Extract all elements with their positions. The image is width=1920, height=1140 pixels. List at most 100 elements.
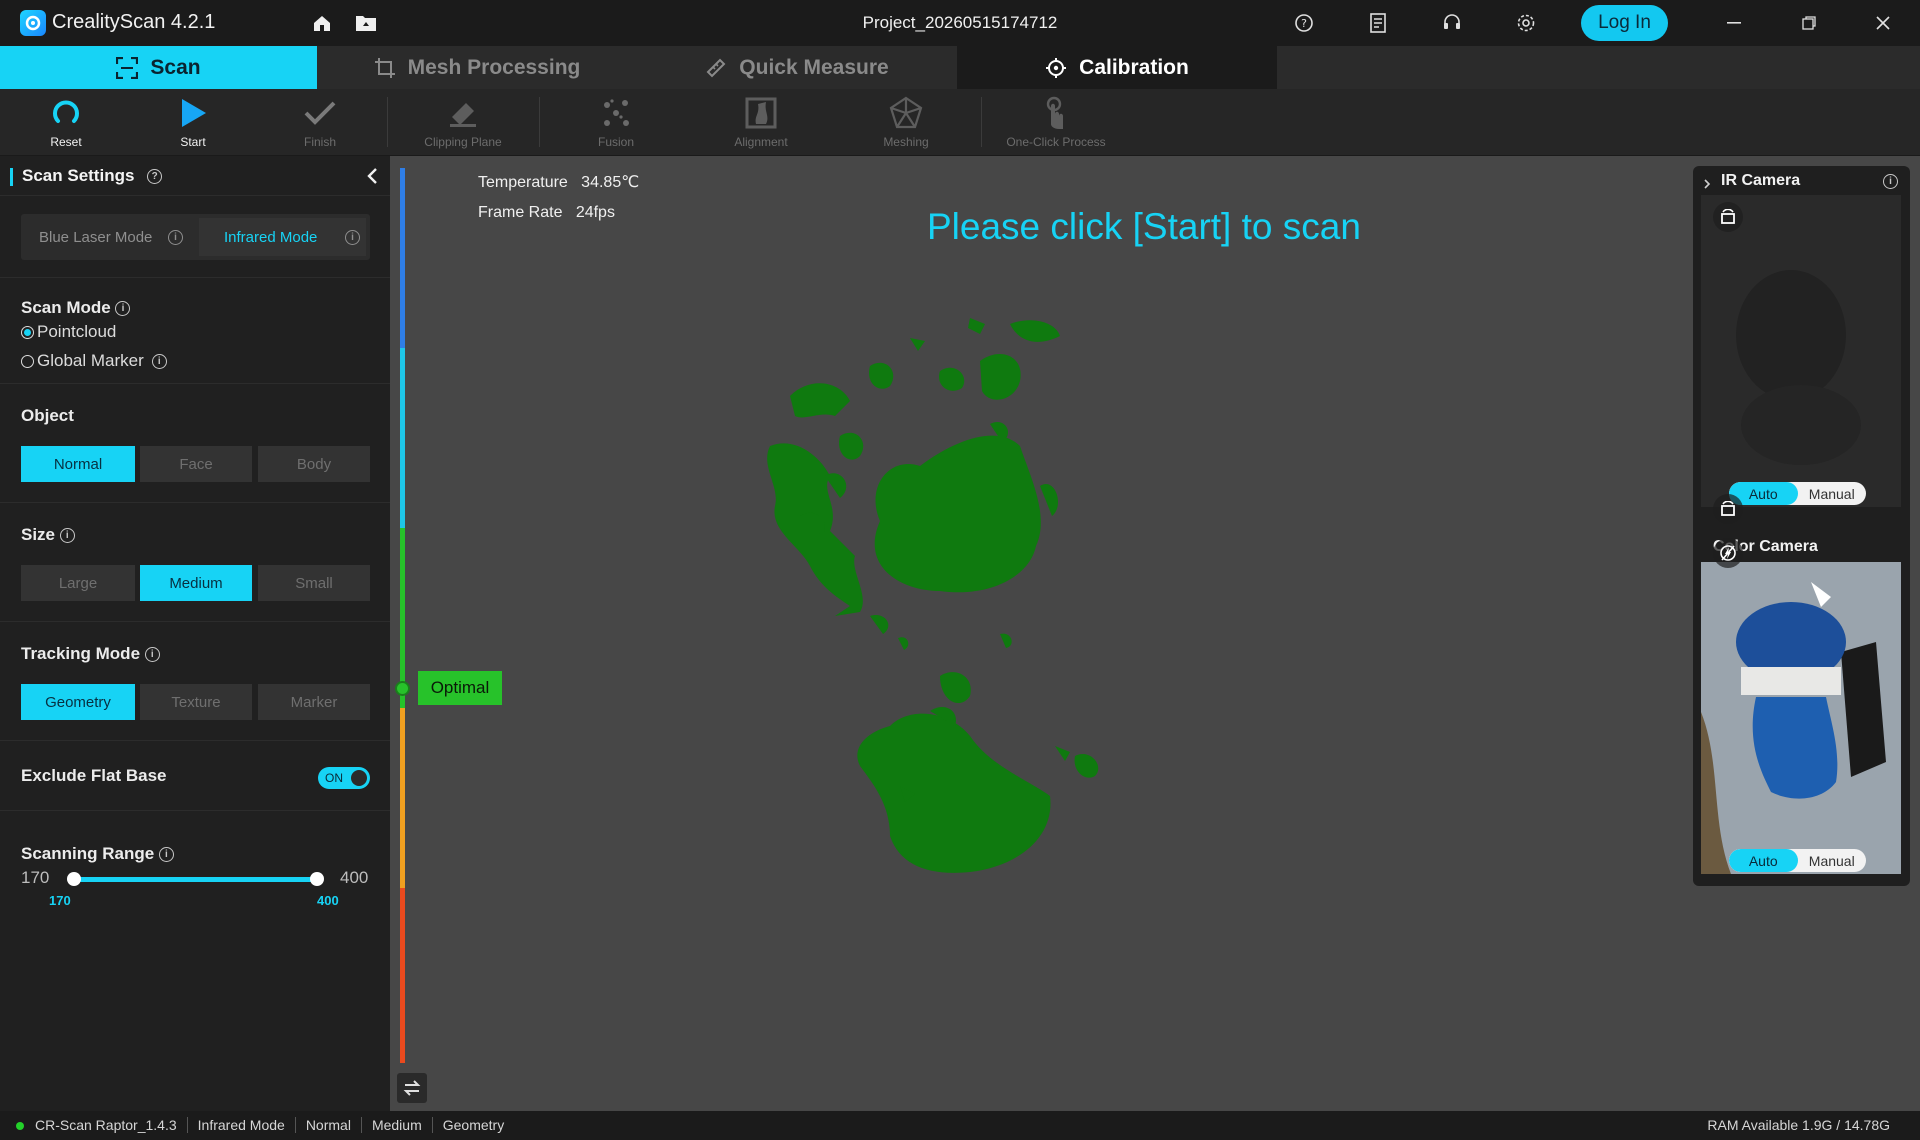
rotate-camera-icon[interactable] [1713,202,1743,232]
minimize-icon[interactable] [1720,10,1748,36]
radio-pointcloud[interactable]: Pointcloud [21,322,116,342]
app-logo-icon [20,10,46,36]
object-normal-button[interactable]: Normal [21,446,135,482]
restore-icon[interactable] [1795,10,1823,36]
scan-settings-title: Scan Settings [22,166,135,185]
support-headset-icon[interactable] [1440,11,1464,35]
color-auto-option[interactable]: Auto [1729,849,1798,872]
global-marker-label: Global Marker [37,351,144,370]
range-max-label: 400 [340,868,369,887]
size-medium-button[interactable]: Medium [140,565,252,601]
tab-quick-measure[interactable]: Quick Measure [637,46,957,89]
meshing-button[interactable]: Meshing [846,95,966,149]
reset-button[interactable]: Reset [6,95,126,149]
color-manual-option[interactable]: Manual [1798,849,1867,872]
toggle-state-label: ON [325,771,343,785]
exclude-flat-base-title: Exclude Flat Base [21,766,167,785]
distance-indicator-label: Optimal [418,671,502,705]
close-icon[interactable] [1869,10,1897,36]
svg-text:?: ? [1301,17,1307,30]
color-exposure-toggle[interactable]: Auto Manual [1729,849,1866,872]
blue-laser-mode-button[interactable]: Blue Laser Mode i [21,218,191,256]
radio-indicator [21,325,34,339]
tracking-mode-section: Tracking Mode i Geometry Texture Marker [0,622,390,741]
tab-calibration[interactable]: Calibration [957,46,1277,89]
info-icon[interactable]: ? [147,169,163,185]
log-icon[interactable] [1366,11,1390,35]
range-slider-high-handle[interactable] [310,872,324,886]
fusion-button[interactable]: Fusion [556,95,676,149]
infrared-mode-label: Infrared Mode [224,228,318,246]
alignment-button[interactable]: Alignment [701,95,821,149]
reset-icon [46,95,86,131]
finish-button[interactable]: Finish [260,95,380,149]
app-title: CrealityScan 4.2.1 [52,11,216,33]
settings-gear-icon[interactable] [1514,11,1538,35]
toolbar-divider [387,97,388,147]
ir-camera-title: IR Camera [1721,172,1801,189]
exclude-flat-base-toggle[interactable]: ON [318,767,370,789]
swap-view-button[interactable] [397,1073,427,1103]
infrared-mode-button[interactable]: Infrared Mode i [199,218,366,256]
object-face-button[interactable]: Face [140,446,252,482]
info-icon[interactable]: i [144,647,160,663]
finish-label: Finish [303,135,336,149]
scan-viewport[interactable]: Optimal Temperature 34.85℃ Frame Rate 24… [390,156,1920,1111]
meshing-icon [886,95,926,131]
object-body-button[interactable]: Body [258,446,370,482]
start-button[interactable]: Start [133,95,253,149]
folder-icon[interactable] [354,11,378,35]
tracking-texture-button[interactable]: Texture [140,684,252,720]
scanning-range-title: Scanning Range [21,844,155,863]
title-bar: CrealityScan 4.2.1 Project_2026051517471… [0,0,1920,46]
tab-scan[interactable]: Scan [0,46,317,89]
ir-exposure-toggle[interactable]: Auto Manual [1729,482,1866,505]
info-icon[interactable]: i [345,229,360,245]
range-slider-low-handle[interactable] [67,872,81,886]
login-button[interactable]: Log In [1581,5,1668,41]
size-title: Size [21,525,56,544]
collapse-chevron-icon[interactable] [366,167,378,190]
ruler-icon [706,58,726,77]
pointcloud-label: Pointcloud [37,322,117,341]
tab-mesh-label: Mesh Processing [407,55,581,79]
ir-manual-option[interactable]: Manual [1798,482,1867,505]
info-icon[interactable]: i [151,353,167,369]
info-icon[interactable]: i [115,301,131,317]
scan-settings-header: Scan Settings ? [0,156,390,196]
help-icon[interactable]: ? [1292,11,1316,35]
expand-chevron-icon[interactable] [1703,177,1711,195]
object-title: Object [21,406,74,425]
toolbar-divider [539,97,540,147]
tracking-marker-button[interactable]: Marker [258,684,370,720]
info-icon[interactable]: i [59,528,75,544]
radio-global-marker[interactable]: Global Marker i [21,351,167,371]
crosshair-icon [1046,57,1067,78]
one-click-process-label: One-Click Process [1006,135,1106,149]
ram-available: RAM Available 1.9G / 14.78G [1707,1117,1890,1133]
info-icon[interactable]: i [1883,174,1898,189]
status-device: CR-Scan Raptor_1.4.3 [35,1117,177,1133]
rotate-camera-icon[interactable] [1713,494,1743,524]
info-icon[interactable]: i [158,847,174,863]
meshing-label: Meshing [883,135,929,149]
tab-mesh-processing[interactable]: Mesh Processing [317,46,637,89]
one-click-process-button[interactable]: One-Click Process [996,95,1116,149]
size-small-button[interactable]: Small [258,565,370,601]
clipping-plane-button[interactable]: Clipping Plane [403,95,523,149]
home-icon[interactable] [310,11,334,35]
hand-icon [1036,95,1076,131]
status-items: CR-Scan Raptor_1.4.3 Infrared Mode Norma… [35,1117,514,1133]
info-icon[interactable]: i [168,229,183,245]
header-accent-bar [10,168,13,186]
tracking-geometry-button[interactable]: Geometry [21,684,135,720]
fusion-label: Fusion [597,135,635,149]
swap-arrows-icon [403,1080,421,1096]
mode-section: Blue Laser Mode i Infrared Mode i [0,196,390,278]
status-mode: Infrared Mode [186,1117,295,1133]
range-slider-track[interactable] [74,877,316,882]
size-large-button[interactable]: Large [21,565,135,601]
main-tabs: Scan Mesh Processing Quick Measure Calib… [0,46,1920,89]
flash-off-icon[interactable] [1713,538,1743,568]
status-tracking: Geometry [431,1117,514,1133]
